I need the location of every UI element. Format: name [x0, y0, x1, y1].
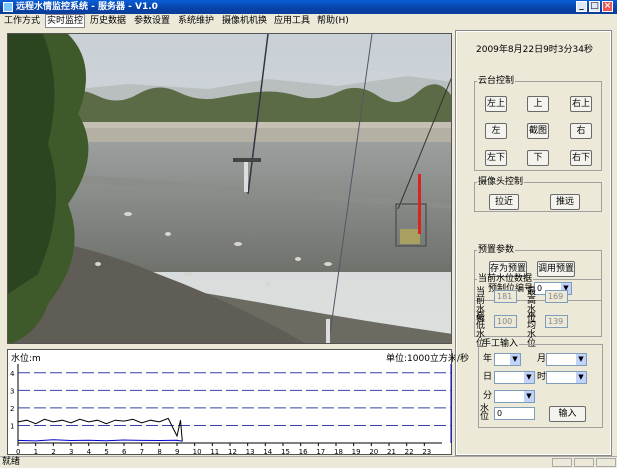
chart-y-tick-label: 4: [10, 370, 15, 378]
chart-x-tick-label: 7: [140, 448, 144, 456]
chevron-down-icon: ▼: [576, 372, 586, 383]
chevron-down-icon: ▼: [524, 372, 534, 383]
chart-left-unit-label: 水位:m: [11, 354, 41, 364]
chart-x-tick-label: 8: [157, 448, 161, 456]
ptz-left-button[interactable]: 左: [485, 123, 507, 139]
chart-x-tick-label: 17: [316, 448, 325, 456]
chevron-down-icon: ▼: [524, 391, 534, 402]
chart-x-tick-label: 18: [334, 448, 343, 456]
chart-x-tick-label: 22: [405, 448, 414, 456]
chart-x-tick-label: 15: [281, 448, 290, 456]
zoom-in-button[interactable]: 拉近: [489, 194, 519, 210]
chart-x-tick-label: 3: [69, 448, 73, 456]
chart-series-line: [17, 417, 183, 442]
ptz-right-down-button[interactable]: 右下: [570, 150, 592, 166]
current-datetime: 2009年8月22日9时3分34秒: [476, 45, 593, 55]
chart-x-tick-label: 4: [87, 448, 92, 456]
hour-select[interactable]: ▼: [546, 371, 587, 384]
app-icon: [3, 2, 13, 12]
menu-realtime-monitor[interactable]: 实时监控: [45, 14, 86, 28]
chart-x-tick-label: 13: [246, 448, 255, 456]
menu-history-data[interactable]: 历史数据: [90, 15, 126, 27]
chart-x-tick-label: 2: [51, 448, 55, 456]
day-label: 日: [483, 372, 493, 382]
manual-input-legend: 手工输入: [482, 339, 519, 349]
menu-tools[interactable]: 应用工具: [274, 15, 310, 27]
water-level-input[interactable]: 0: [494, 407, 535, 420]
year-label: 年: [483, 354, 493, 364]
chart-x-tick-label: 1: [34, 448, 38, 456]
menu-help[interactable]: 帮助(H): [317, 15, 349, 27]
menu-work-mode[interactable]: 工作方式: [4, 15, 40, 27]
year-select[interactable]: ▼: [494, 353, 521, 366]
ptz-right-up-button[interactable]: 右上: [570, 96, 592, 112]
average-level-field: 139: [545, 315, 568, 328]
maximize-button[interactable]: □: [589, 1, 600, 12]
window-title: 远程水情监控系统 - 服务器 - V1.0: [16, 2, 158, 12]
hour-label: 时: [537, 372, 547, 382]
ptz-up-button[interactable]: 上: [527, 96, 549, 112]
chart-x-tick-label: 14: [263, 448, 272, 456]
current-level-field: 181: [494, 290, 517, 303]
current-water-level-group: 当前水位数据 当前水位 181 最高水位 169 最低水位 100 平均水位 1…: [474, 274, 602, 349]
chart-y-tick-label: 2: [10, 405, 14, 413]
chart-y-tick-label: 1: [10, 422, 14, 430]
camera-control-legend: 摄像头控制: [478, 177, 524, 187]
preset-legend: 预置参数: [478, 245, 515, 255]
month-select[interactable]: ▼: [546, 353, 587, 366]
chart-series-line: [17, 439, 183, 442]
status-cell: [574, 458, 594, 467]
camera-control-group: 摄像头控制 拉近 推远: [474, 178, 602, 212]
ptz-left-up-button[interactable]: 左上: [485, 96, 507, 112]
water-level-input-label: 水位: [480, 404, 490, 422]
minimize-button[interactable]: _: [576, 1, 587, 12]
minute-select[interactable]: ▼: [494, 390, 535, 403]
day-select[interactable]: ▼: [494, 371, 535, 384]
camera-video-feed[interactable]: [7, 33, 452, 344]
ptz-right-button[interactable]: 右: [570, 123, 592, 139]
chart-x-tick-label: 23: [422, 448, 431, 456]
status-text: 就绪: [2, 457, 21, 467]
zoom-out-button[interactable]: 推远: [550, 194, 580, 210]
water-level-chart: 1 2 3 4 0 1 2 3 4 5 6 7 8 9 10 11 12 13 14 15 16 17 18 19 20 21 22…: [7, 349, 469, 456]
control-panel: 2009年8月22日9时3分34秒 云台控制 左上 上 右上 左 截图 右 左下…: [455, 30, 612, 456]
menu-bar: 工作方式 实时监控 历史数据 参数设置 系统维护 摄像机机换 应用工具 帮助(H…: [0, 14, 617, 28]
menu-param-settings[interactable]: 参数设置: [134, 15, 170, 27]
ptz-control-group: 云台控制 左上 上 右上 左 截图 右 左下 下 右下: [474, 77, 602, 171]
status-cell: [552, 458, 572, 467]
title-bar: 远程水情监控系统 - 服务器 - V1.0 _ □ ×: [0, 0, 617, 14]
ptz-capture-button[interactable]: 截图: [527, 123, 549, 139]
highest-level-field: 169: [545, 290, 568, 303]
chart-x-tick-label: 12: [228, 448, 237, 456]
chart-x-tick-label: 10: [193, 448, 202, 456]
chart-x-tick-label: 20: [369, 448, 378, 456]
chart-x-tick-label: 6: [122, 448, 127, 456]
chart-x-tick-label: 5: [104, 448, 108, 456]
chart-x-tick-label: 11: [210, 448, 219, 456]
chart-x-tick-label: 0: [16, 448, 20, 456]
manual-input-group: 手工输入 年 ▼ 月 ▼ 日 ▼ 时 ▼ 分 ▼ 水位 0 输入: [478, 340, 603, 428]
chart-y-tick-label: 3: [10, 387, 14, 395]
chevron-down-icon: ▼: [510, 354, 520, 365]
menu-system-maintenance[interactable]: 系统维护: [178, 15, 214, 27]
minute-label: 分: [483, 391, 493, 401]
water-level-legend: 当前水位数据: [478, 274, 533, 284]
lowest-level-field: 100: [494, 315, 517, 328]
chart-plot: 12340 1 2 3 4 5 6 7 8 9 10 11 12 13 14 15 16 17 18 19 20 21 22…: [10, 364, 452, 456]
menu-camera-switch[interactable]: 摄像机机换: [222, 15, 267, 27]
ptz-control-legend: 云台控制: [478, 76, 515, 86]
month-label: 月: [537, 354, 547, 364]
submit-input-button[interactable]: 输入: [549, 406, 586, 422]
ptz-left-down-button[interactable]: 左下: [485, 150, 507, 166]
chart-x-tick-label: 19: [352, 448, 361, 456]
chart-x-tick-label: 16: [299, 448, 308, 456]
chevron-down-icon: ▼: [576, 354, 586, 365]
ptz-down-button[interactable]: 下: [527, 150, 549, 166]
status-bar: 就绪: [0, 456, 617, 468]
chart-x-tick-label: 9: [175, 448, 179, 456]
chart-x-tick-label: 21: [387, 448, 396, 456]
video-scene-image: [8, 34, 451, 343]
close-button[interactable]: ×: [602, 1, 613, 12]
status-cell: [596, 458, 616, 467]
